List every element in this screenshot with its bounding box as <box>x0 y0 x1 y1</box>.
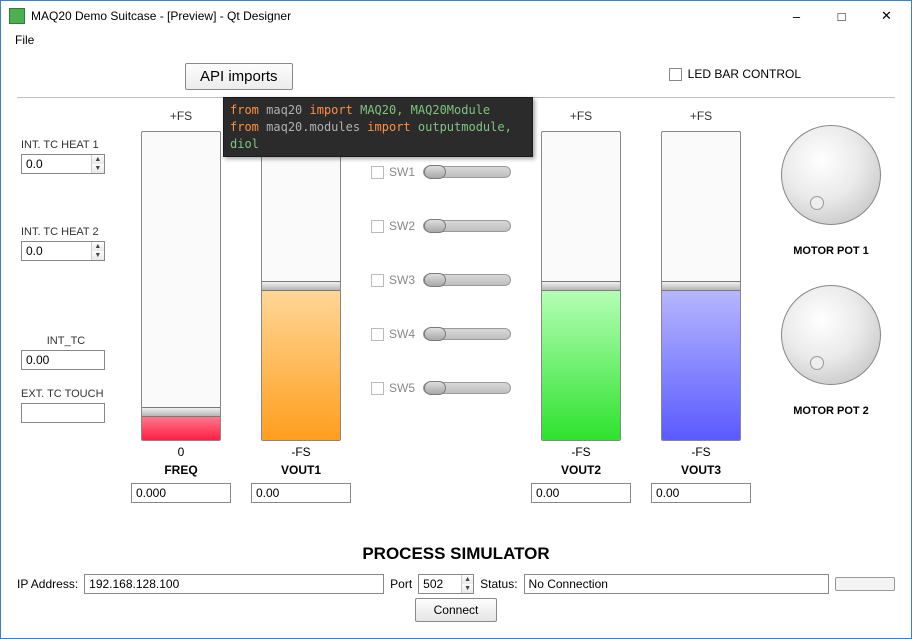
int-tc-heat-2-spinner[interactable]: ▲▼ <box>21 241 105 261</box>
app-icon <box>9 8 25 24</box>
switches-column: SW1 SW2 SW3 SW4 <box>361 105 521 532</box>
sw4-row: SW4 <box>371 327 511 341</box>
led-bar-label: LED BAR CONTROL <box>688 67 801 81</box>
menubar: File <box>1 31 911 53</box>
vout3-value-input[interactable] <box>651 483 751 503</box>
footer-row: IP Address: Port ▲▼ Status: <box>17 574 895 594</box>
sw1-row: SW1 <box>371 165 511 179</box>
port-label: Port <box>390 577 412 591</box>
int-tc-label: INT_TC <box>21 335 111 347</box>
vout2-column: +FS -FS VOUT2 <box>521 105 641 532</box>
vout1-value-input[interactable] <box>251 483 351 503</box>
app-window: MAQ20 Demo Suitcase - [Preview] - Qt Des… <box>0 0 912 639</box>
minimize-button[interactable]: – <box>774 2 819 30</box>
motor-pot-2-dial[interactable] <box>781 285 881 385</box>
port-input[interactable] <box>419 575 461 593</box>
api-tooltip: from maq20 import MAQ20, MAQ20Module fro… <box>223 97 533 157</box>
motor-pot-1-dial[interactable] <box>781 125 881 225</box>
int-tc-heat-2-input[interactable] <box>22 242 91 260</box>
freq-column: +FS 0 FREQ <box>121 105 241 532</box>
freq-top-label: +FS <box>170 109 192 125</box>
status-field <box>524 574 829 594</box>
port-spinner[interactable]: ▲▼ <box>418 574 474 594</box>
sw3-label: SW3 <box>389 273 423 287</box>
sw4-label: SW4 <box>389 327 423 341</box>
sw3-slider[interactable] <box>423 274 511 286</box>
int-tc-heat-2-group: INT. TC HEAT 2 ▲▼ <box>11 222 121 265</box>
sw5-label: SW5 <box>389 381 423 395</box>
window-title: MAQ20 Demo Suitcase - [Preview] - Qt Des… <box>31 9 774 23</box>
vout1-name: VOUT1 <box>281 463 321 477</box>
ext-tc-touch-input[interactable] <box>21 403 105 423</box>
vout1-bot-label: -FS <box>291 445 310 461</box>
spin-up-icon[interactable]: ▲ <box>462 575 473 584</box>
sw2-slider[interactable] <box>423 220 511 232</box>
maximize-button[interactable]: □ <box>819 2 864 30</box>
vout3-name: VOUT3 <box>681 463 721 477</box>
menu-file[interactable]: File <box>9 31 40 49</box>
api-imports-button[interactable]: API imports <box>185 63 293 90</box>
freq-bar[interactable] <box>141 131 221 441</box>
motor-pot-1-label: MOTOR POT 1 <box>793 245 869 257</box>
process-simulator-title: PROCESS SIMULATOR <box>11 544 901 564</box>
led-bar-checkbox[interactable] <box>669 68 682 81</box>
sw5-row: SW5 <box>371 381 511 395</box>
motor-pot-2-label: MOTOR POT 2 <box>793 405 869 417</box>
sw4-checkbox[interactable] <box>371 328 384 341</box>
freq-name: FREQ <box>164 463 197 477</box>
sw5-checkbox[interactable] <box>371 382 384 395</box>
vout3-bar[interactable] <box>661 131 741 441</box>
connect-button[interactable]: Connect <box>415 598 498 622</box>
spin-down-icon[interactable]: ▼ <box>92 164 104 173</box>
vout3-bot-label: -FS <box>691 445 710 461</box>
int-tc-heat-1-spinner[interactable]: ▲▼ <box>21 154 105 174</box>
top-row: API imports LED BAR CONTROL <box>11 57 901 94</box>
dials-column: MOTOR POT 1 MOTOR POT 2 <box>761 105 901 532</box>
sw1-slider[interactable] <box>423 166 511 178</box>
led-bar-control[interactable]: LED BAR CONTROL <box>669 67 801 81</box>
ext-tc-touch-label: EXT. TC TOUCH <box>21 388 111 400</box>
vout2-bot-label: -FS <box>571 445 590 461</box>
sw5-slider[interactable] <box>423 382 511 394</box>
vout2-top-label: +FS <box>570 109 592 125</box>
int-tc-heat-1-input[interactable] <box>22 155 91 173</box>
sw3-checkbox[interactable] <box>371 274 384 287</box>
connect-row: Connect <box>11 598 901 622</box>
vout2-name: VOUT2 <box>561 463 601 477</box>
titlebar: MAQ20 Demo Suitcase - [Preview] - Qt Des… <box>1 1 911 31</box>
spin-down-icon[interactable]: ▼ <box>92 251 104 260</box>
vout1-column: +FS -FS VOUT1 <box>241 105 361 532</box>
sw2-label: SW2 <box>389 219 423 233</box>
vout2-bar[interactable] <box>541 131 621 441</box>
window-buttons: – □ ✕ <box>774 2 909 30</box>
status-label: Status: <box>480 577 517 591</box>
sw3-row: SW3 <box>371 273 511 287</box>
sw2-row: SW2 <box>371 219 511 233</box>
spin-up-icon[interactable]: ▲ <box>92 242 104 251</box>
sw2-checkbox[interactable] <box>371 220 384 233</box>
inputs-column: INT. TC HEAT 1 ▲▼ INT. TC HEAT 2 ▲▼ <box>11 105 121 532</box>
sw1-label: SW1 <box>389 165 423 179</box>
int-tc-group: INT_TC <box>11 331 121 374</box>
int-tc-input[interactable] <box>21 350 105 370</box>
spin-up-icon[interactable]: ▲ <box>92 155 104 164</box>
ip-input[interactable] <box>84 574 384 594</box>
vout3-top-label: +FS <box>690 109 712 125</box>
int-tc-heat-2-label: INT. TC HEAT 2 <box>21 226 111 238</box>
spin-down-icon[interactable]: ▼ <box>462 584 473 593</box>
ip-label: IP Address: <box>17 577 78 591</box>
vout2-value-input[interactable] <box>531 483 631 503</box>
int-tc-heat-1-label: INT. TC HEAT 1 <box>21 139 111 151</box>
sw1-checkbox[interactable] <box>371 166 384 179</box>
vout3-column: +FS -FS VOUT3 <box>641 105 761 532</box>
progress-bar <box>835 577 895 591</box>
int-tc-heat-1-group: INT. TC HEAT 1 ▲▼ <box>11 135 121 178</box>
sw4-slider[interactable] <box>423 328 511 340</box>
freq-value-input[interactable] <box>131 483 231 503</box>
ext-tc-touch-group: EXT. TC TOUCH <box>11 384 121 427</box>
freq-bot-label: 0 <box>178 445 185 461</box>
main-area: INT. TC HEAT 1 ▲▼ INT. TC HEAT 2 ▲▼ <box>11 105 901 532</box>
vout1-bar[interactable] <box>261 131 341 441</box>
close-button[interactable]: ✕ <box>864 2 909 30</box>
